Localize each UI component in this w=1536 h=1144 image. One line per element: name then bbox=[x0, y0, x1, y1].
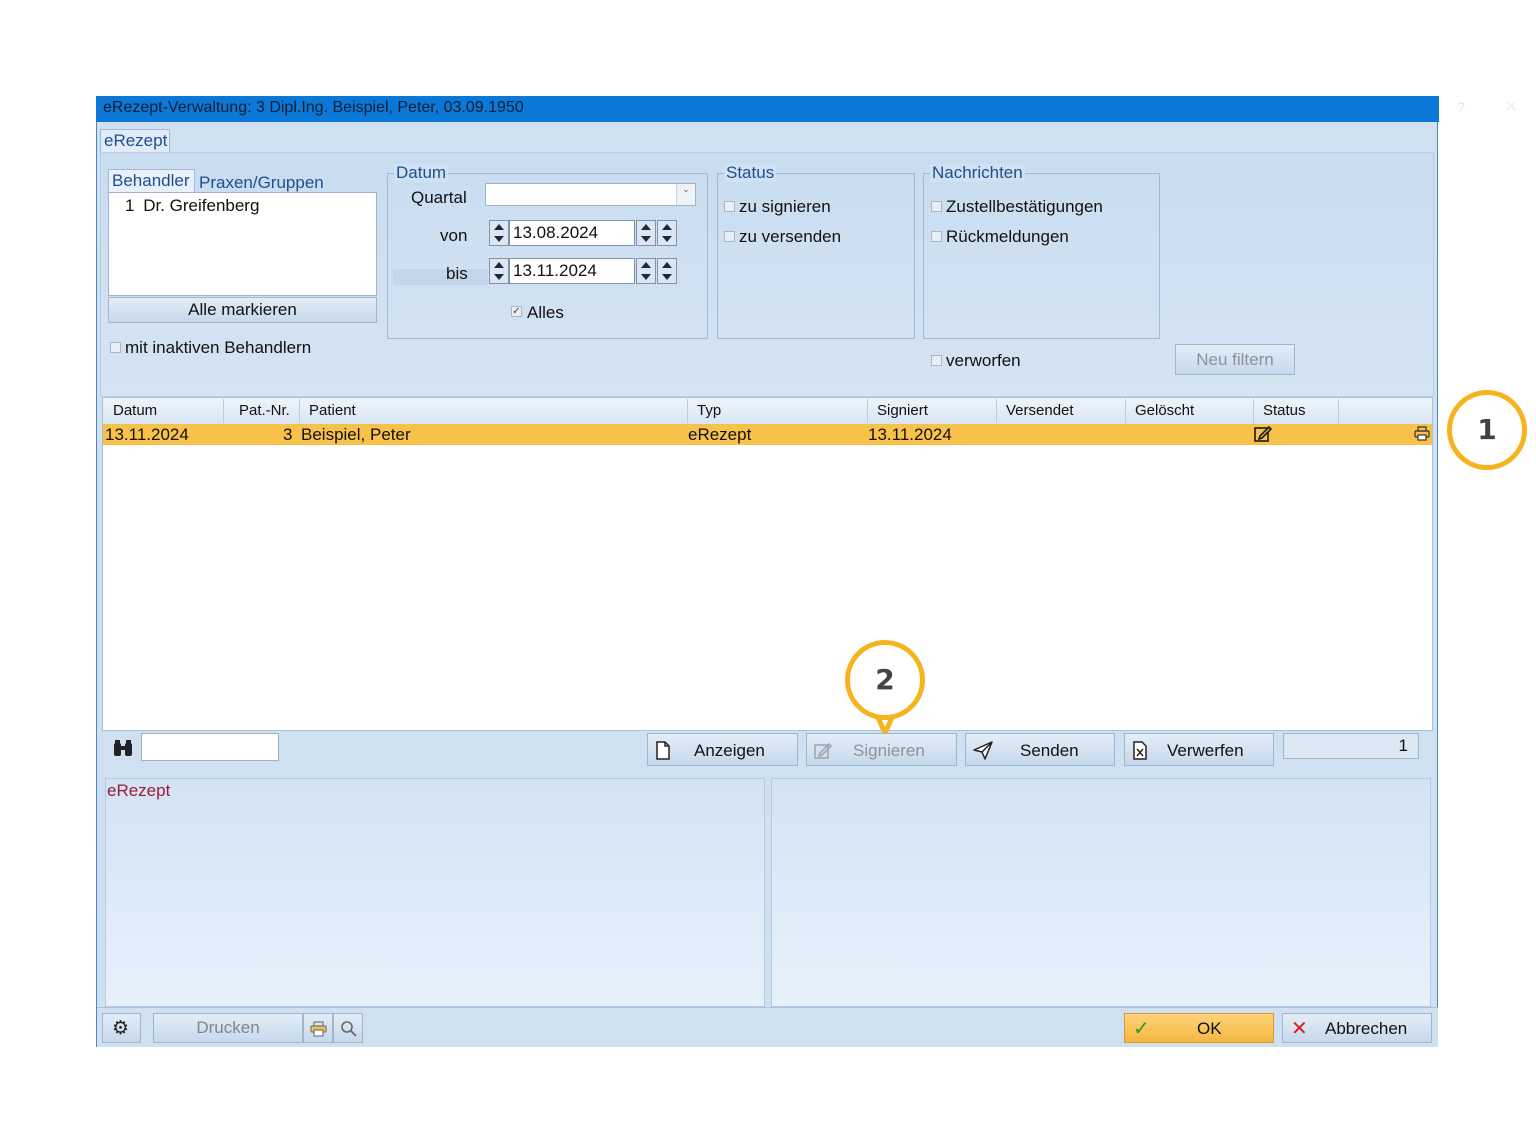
gear-icon: ⚙ bbox=[112, 1017, 130, 1039]
detail-right-pane bbox=[771, 778, 1431, 1007]
callout-2: 2 bbox=[845, 640, 925, 720]
zustell-label: Zustellbestätigungen bbox=[946, 197, 1103, 216]
cell-patnr: 3 bbox=[283, 425, 293, 444]
col-geloescht[interactable]: Gelöscht bbox=[1135, 402, 1194, 419]
zu-signieren-checkbox[interactable] bbox=[724, 201, 735, 212]
printer-icon[interactable] bbox=[1414, 426, 1430, 442]
tab-praxen-gruppen[interactable]: Praxen/Gruppen bbox=[199, 173, 324, 193]
quartal-select[interactable]: ⌄ bbox=[485, 183, 696, 206]
nachrichten-legend: Nachrichten bbox=[930, 163, 1025, 182]
verwerfen-button[interactable]: Verwerfen bbox=[1124, 733, 1274, 766]
detail-title: eRezept bbox=[107, 781, 171, 800]
abbrechen-button[interactable]: ✕ Abbrechen bbox=[1282, 1013, 1432, 1043]
verworfen-label: verworfen bbox=[946, 351, 1021, 370]
edit-icon[interactable] bbox=[1253, 424, 1273, 444]
bis-date-field[interactable]: 13.11.2024 bbox=[509, 258, 635, 284]
tab-erezept[interactable]: eRezept bbox=[100, 129, 170, 153]
discard-document-icon bbox=[1133, 741, 1147, 760]
von-label: von bbox=[440, 226, 468, 245]
alle-markieren-button[interactable]: Alle markieren bbox=[108, 297, 377, 323]
col-datum[interactable]: Datum bbox=[113, 402, 157, 419]
table-row[interactable]: 13.11.2024 3 Beispiel, Peter eRezept 13.… bbox=[103, 424, 1432, 445]
bis-label: bis bbox=[446, 264, 468, 283]
cancel-icon: ✕ bbox=[1291, 1016, 1308, 1040]
magnifier-icon bbox=[341, 1021, 357, 1037]
datum-legend: Datum bbox=[394, 163, 449, 182]
inactive-label: mit inaktiven Behandlern bbox=[125, 338, 312, 357]
cell-datum: 13.11.2024 bbox=[105, 425, 189, 444]
count-field: 1 bbox=[1283, 733, 1419, 759]
erezept-table: Datum Pat.-Nr. Patient Typ Signiert Vers… bbox=[102, 397, 1433, 731]
zu-versenden-checkbox[interactable] bbox=[724, 231, 735, 242]
list-item[interactable]: 1 Dr. Greifenberg bbox=[125, 196, 259, 216]
bis-spin-right-b[interactable] bbox=[657, 258, 677, 284]
print-button[interactable] bbox=[303, 1013, 333, 1043]
rueckmeldungen-checkbox[interactable] bbox=[931, 231, 942, 242]
checkmark-icon: ✓ bbox=[1133, 1016, 1150, 1040]
ok-button[interactable]: ✓ OK bbox=[1124, 1013, 1274, 1043]
tab-behandler[interactable]: Behandler bbox=[108, 169, 195, 192]
printer-icon bbox=[310, 1021, 327, 1037]
edit-icon bbox=[814, 742, 833, 759]
quartal-label: Quartal bbox=[411, 188, 467, 207]
bis-label-bg bbox=[393, 269, 488, 285]
table-header: Datum Pat.-Nr. Patient Typ Signiert Vers… bbox=[103, 398, 1432, 425]
col-patnr[interactable]: Pat.-Nr. bbox=[239, 402, 290, 419]
detail-left-pane: eRezept bbox=[105, 778, 765, 1007]
neu-filtern-button[interactable]: Neu filtern bbox=[1175, 344, 1295, 375]
col-signiert[interactable]: Signiert bbox=[877, 402, 928, 419]
document-icon bbox=[656, 741, 670, 760]
col-status[interactable]: Status bbox=[1263, 402, 1306, 419]
behandler-list: 1 Dr. Greifenberg bbox=[108, 192, 377, 296]
chevron-down-icon: ⌄ bbox=[676, 184, 695, 205]
preview-button[interactable] bbox=[333, 1013, 363, 1043]
col-typ[interactable]: Typ bbox=[697, 402, 721, 419]
cell-patient: Beispiel, Peter bbox=[301, 425, 411, 444]
von-date-field[interactable]: 13.08.2024 bbox=[509, 220, 635, 246]
inactive-checkbox[interactable] bbox=[110, 342, 121, 353]
drucken-button[interactable]: Drucken bbox=[153, 1013, 303, 1043]
send-icon bbox=[973, 741, 993, 760]
verworfen-checkbox[interactable] bbox=[931, 355, 942, 366]
help-icon[interactable]: ? bbox=[1458, 100, 1465, 114]
anzeigen-button[interactable]: Anzeigen bbox=[647, 733, 798, 766]
cell-signiert: 13.11.2024 bbox=[868, 425, 952, 444]
rueckmeldungen-label: Rückmeldungen bbox=[946, 227, 1069, 246]
signieren-button[interactable]: Signieren bbox=[806, 733, 957, 766]
senden-button[interactable]: Senden bbox=[965, 733, 1115, 766]
settings-button[interactable]: ⚙ bbox=[102, 1013, 141, 1043]
search-input[interactable] bbox=[141, 733, 279, 761]
von-spin-right-b[interactable] bbox=[657, 220, 677, 246]
status-legend: Status bbox=[724, 163, 777, 182]
close-icon[interactable]: ✕ bbox=[1504, 97, 1518, 117]
zu-signieren-label: zu signieren bbox=[739, 197, 831, 216]
binoculars-icon[interactable] bbox=[112, 740, 134, 758]
zu-versenden-label: zu versenden bbox=[739, 227, 842, 246]
callout-1: 1 bbox=[1447, 390, 1527, 470]
col-versendet[interactable]: Versendet bbox=[1006, 402, 1074, 419]
bis-spin-right-a[interactable] bbox=[636, 258, 656, 284]
alles-label: Alles bbox=[527, 303, 564, 322]
bis-spin-left[interactable] bbox=[489, 258, 509, 284]
zustell-checkbox[interactable] bbox=[931, 201, 942, 212]
von-spin-left[interactable] bbox=[489, 220, 509, 246]
von-spin-right-a[interactable] bbox=[636, 220, 656, 246]
cell-typ: eRezept bbox=[688, 425, 752, 444]
alles-checkbox[interactable]: ✓ bbox=[511, 306, 522, 317]
window-title: eRezept-Verwaltung: 3 Dipl.Ing. Beispiel… bbox=[103, 99, 524, 116]
title-bar: eRezept-Verwaltung: 3 Dipl.Ing. Beispiel… bbox=[96, 96, 1518, 122]
col-patient[interactable]: Patient bbox=[309, 402, 356, 419]
